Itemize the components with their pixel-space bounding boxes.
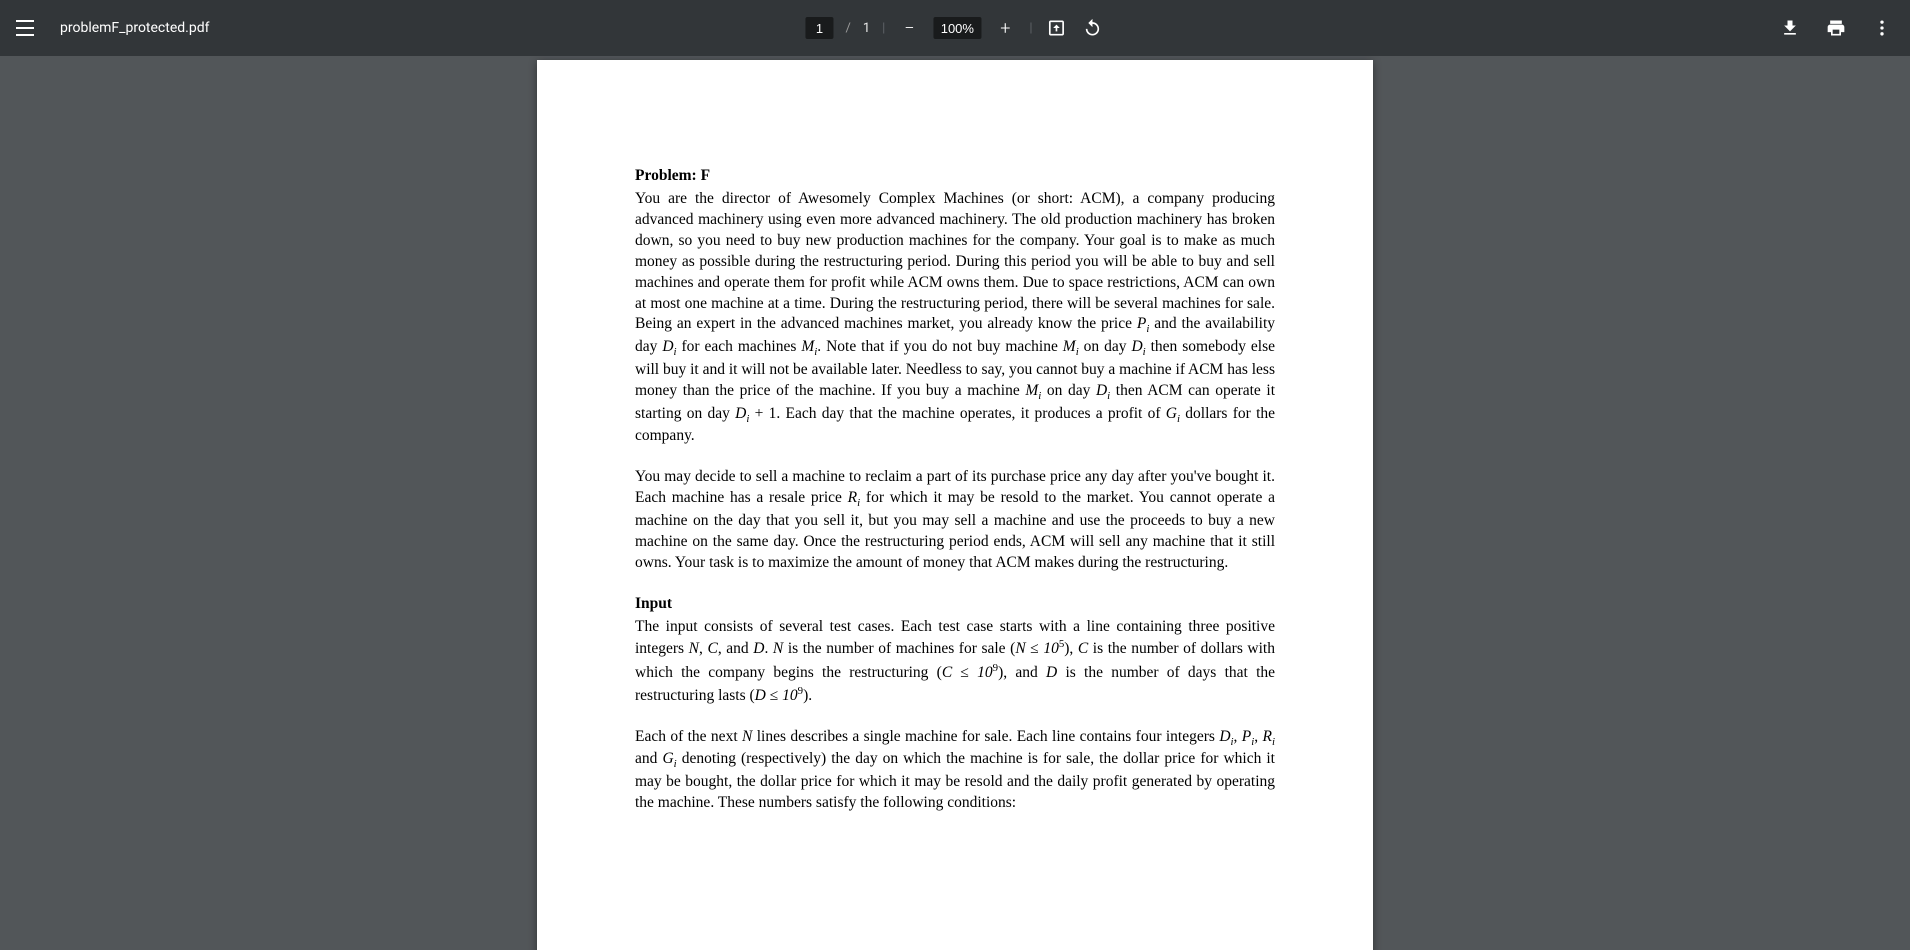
page-separator: / bbox=[845, 21, 850, 36]
paragraph-1: You are the director of Awesomely Comple… bbox=[635, 189, 1275, 447]
pdf-page: Problem: F You are the director of Aweso… bbox=[537, 60, 1373, 950]
zoom-level-input[interactable] bbox=[933, 17, 981, 39]
toolbar-left: problemF_protected.pdf bbox=[0, 16, 209, 40]
zoom-in-button[interactable]: + bbox=[993, 16, 1017, 40]
problem-title: Problem: F bbox=[635, 166, 1275, 187]
pdf-toolbar: problemF_protected.pdf / 1 | − + | bbox=[0, 0, 1910, 56]
document-viewport[interactable]: Problem: F You are the director of Aweso… bbox=[0, 56, 1910, 950]
print-icon[interactable] bbox=[1824, 16, 1848, 40]
download-icon[interactable] bbox=[1778, 16, 1802, 40]
fit-to-page-icon[interactable] bbox=[1045, 16, 1069, 40]
toolbar-center: / 1 | − + | bbox=[805, 16, 1104, 40]
input-paragraph-1: The input consists of several test cases… bbox=[635, 617, 1275, 707]
rotate-icon[interactable] bbox=[1081, 16, 1105, 40]
input-section-title: Input bbox=[635, 594, 1275, 615]
zoom-out-button[interactable]: − bbox=[897, 16, 921, 40]
toolbar-divider: | bbox=[1029, 21, 1032, 36]
page-number-input[interactable] bbox=[805, 17, 833, 39]
input-paragraph-2: Each of the next N lines describes a sin… bbox=[635, 727, 1275, 814]
more-options-icon[interactable] bbox=[1870, 16, 1894, 40]
toolbar-divider: | bbox=[882, 21, 885, 36]
toolbar-right bbox=[1778, 16, 1910, 40]
paragraph-2: You may decide to sell a machine to recl… bbox=[635, 467, 1275, 573]
page-total: 1 bbox=[863, 21, 870, 36]
document-filename: problemF_protected.pdf bbox=[60, 20, 209, 36]
menu-icon[interactable] bbox=[16, 16, 40, 40]
